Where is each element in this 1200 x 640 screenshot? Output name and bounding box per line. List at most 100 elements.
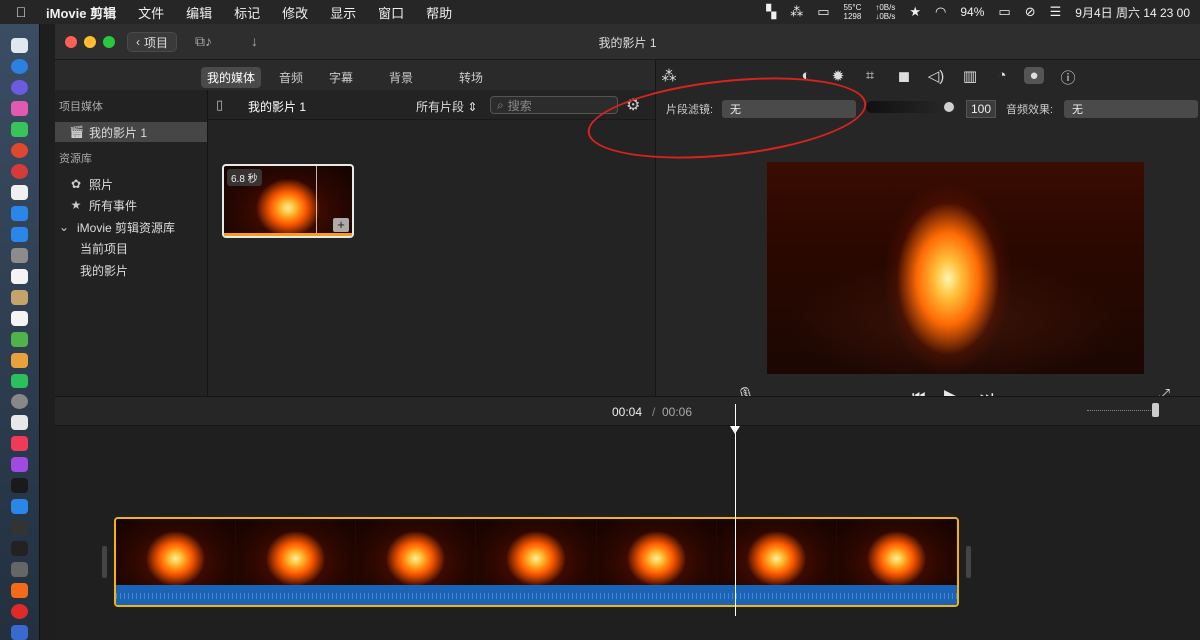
clapperboard-icon: 🎬︎ [69, 125, 85, 139]
tab-backgrounds[interactable]: 背景 [383, 67, 419, 88]
app-store-blue-icon[interactable] [11, 499, 28, 515]
stabilization-camera-icon[interactable]: ◼ [894, 67, 914, 85]
video-preview[interactable] [767, 162, 1144, 374]
yandex-icon[interactable] [11, 604, 28, 620]
clip-frames [116, 519, 957, 585]
sidebar-item-all-events[interactable]: ★ 所有事件 [55, 195, 207, 215]
menu-view[interactable]: 显示 [319, 3, 367, 22]
timeline-left-handle[interactable] [102, 546, 107, 578]
sidebar-item-project[interactable]: 🎬︎ 我的影片 1 [55, 122, 207, 142]
app-store-icon[interactable] [11, 205, 28, 221]
speed-gauge-icon[interactable]: ◔ [992, 67, 1012, 84]
menu-file[interactable]: 文件 [127, 3, 175, 22]
volume-icon[interactable]: ◁) [926, 67, 946, 85]
sidebar-item-my-movie[interactable]: 我的影片 [55, 260, 207, 280]
clip-duration-badge: 6.8 秒 [227, 169, 262, 186]
tab-my-media[interactable]: 我的媒体 [201, 67, 262, 88]
date-time[interactable]: 9月4日 周六 14 23 00 [1075, 4, 1190, 21]
audio-effect-value: 无 [1072, 104, 1083, 116]
menu-modify[interactable]: 修改 [271, 3, 319, 22]
libraries-sidebar: 项目媒体 🎬︎ 我的影片 1 资源库 ✿ 照片 ★ 所有事件 ⌄ iMovie … [55, 90, 208, 396]
notes-icon[interactable] [11, 289, 28, 305]
audio-effect-dropdown[interactable]: 无 [1064, 100, 1198, 118]
battery-percent[interactable]: 94% [960, 5, 984, 19]
magic-wand-icon[interactable]: ⁂ [659, 67, 679, 85]
timeline-right-handle[interactable] [966, 546, 971, 578]
dots-icon[interactable]: ⁂ [790, 4, 803, 20]
info-icon[interactable]: ⓘ [1058, 67, 1078, 88]
slider-knob[interactable] [944, 102, 954, 112]
crop-icon[interactable]: ⌗ [860, 67, 880, 84]
battery-icon[interactable]: ▭ [998, 4, 1010, 20]
mail-icon[interactable] [11, 226, 28, 242]
filter-intensity-value[interactable]: 100 [966, 100, 996, 118]
tab-titles[interactable]: 字幕 [323, 67, 359, 88]
reminders-icon[interactable] [11, 310, 28, 326]
app-dark-icon[interactable] [11, 562, 28, 578]
podcasts-icon[interactable] [11, 457, 28, 473]
finder-icon[interactable] [11, 38, 28, 53]
music-icon[interactable] [11, 436, 28, 452]
network-readout[interactable]: ↑0B/s ↓0B/s [875, 3, 895, 21]
app-gray-icon[interactable] [11, 415, 28, 431]
safari-icon[interactable] [11, 58, 28, 74]
grid-icon[interactable]: ▚ [766, 4, 776, 20]
app-blue-icon[interactable] [11, 625, 28, 640]
menu-mark[interactable]: 标记 [223, 3, 271, 22]
menu-help[interactable]: 帮助 [415, 3, 463, 22]
launchpad-icon[interactable] [11, 100, 28, 116]
sidebar-toggle-icon[interactable]: ▯ [216, 97, 223, 113]
clip-filter-icon[interactable]: ● [1024, 67, 1044, 84]
control-center-icon[interactable]: ☰ [1050, 4, 1062, 20]
settings-icon[interactable] [11, 394, 28, 410]
activity-monitor-icon[interactable] [11, 541, 28, 557]
net-up-value: ↑0B/s [875, 3, 896, 12]
sidebar-item-library[interactable]: ⌄ iMovie 剪辑资源库 [55, 217, 207, 237]
siri-icon[interactable] [11, 79, 28, 95]
contacts-icon[interactable] [11, 247, 28, 263]
menu-window[interactable]: 窗口 [367, 3, 415, 22]
menu-app-name[interactable]: iMovie 剪辑 [42, 3, 127, 22]
photos-icon[interactable] [11, 352, 28, 368]
media-clip-thumbnail[interactable]: 6.8 秒 + [222, 164, 354, 238]
menu-edit[interactable]: 编辑 [175, 3, 223, 22]
project-media-header: 项目媒体 [59, 101, 103, 113]
waveform-lines [116, 593, 957, 599]
sidebar-item-label: 我的影片 [80, 263, 129, 278]
app-red-icon[interactable] [11, 163, 28, 179]
tab-audio[interactable]: 音频 [273, 67, 309, 88]
audio-waveform[interactable] [116, 585, 957, 605]
apple-tv-icon[interactable] [11, 478, 28, 494]
facetime-icon[interactable] [11, 373, 28, 389]
search-field[interactable]: ⌕ 搜索 [490, 96, 618, 114]
clip-filter-select[interactable]: 所有片段 ⇕ [416, 98, 477, 115]
monitor-icon[interactable]: ▭ [817, 4, 829, 20]
playhead[interactable] [735, 404, 736, 616]
timeline-frame [116, 519, 237, 585]
timeline-clip[interactable] [114, 517, 959, 607]
star-icon[interactable]: ★ [909, 4, 921, 20]
apple-icon[interactable]:  [0, 4, 42, 20]
filter-intensity-slider[interactable] [866, 101, 956, 113]
chrome-icon[interactable] [11, 142, 28, 158]
wifi-icon[interactable]: ◠ [935, 4, 946, 20]
equalizer-icon[interactable]: ▥ [960, 67, 980, 85]
app-white-icon[interactable] [11, 184, 28, 200]
fan-rpm-value: 1298 [843, 12, 862, 21]
android-icon[interactable] [11, 121, 28, 137]
brave-icon[interactable] [11, 583, 28, 599]
add-clip-button[interactable]: + [333, 218, 349, 232]
playhead-marker[interactable] [730, 426, 740, 434]
sidebar-item-photos[interactable]: ✿ 照片 [55, 174, 207, 194]
tab-transitions[interactable]: 转场 [453, 67, 489, 88]
sidebar-item-current-project[interactable]: 当前项目 [55, 238, 207, 258]
calendar-icon[interactable] [11, 268, 28, 284]
maps-icon[interactable] [11, 331, 28, 347]
mute-icon[interactable]: ⊘ [1025, 4, 1036, 20]
screen:  iMovie 剪辑 文件 编辑 标记 修改 显示 窗口 帮助 ▚ ⁂ ▭ 5… [0, 0, 1200, 640]
sidebar-item-label: 照片 [89, 177, 114, 192]
temp-readout[interactable]: 55°C 1298 [843, 3, 861, 21]
zoom-slider-track[interactable] [1087, 410, 1159, 412]
terminal-icon[interactable] [11, 520, 28, 536]
zoom-slider-knob[interactable] [1152, 403, 1159, 417]
